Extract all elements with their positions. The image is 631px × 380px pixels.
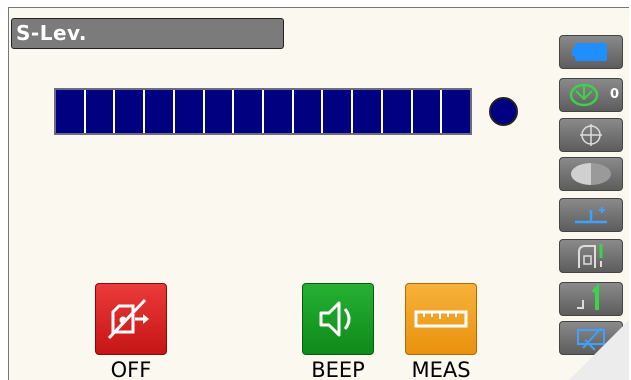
level-segment: [205, 90, 235, 133]
tilt-value: 0: [609, 87, 619, 102]
meas-button[interactable]: [405, 283, 477, 355]
level-segment: [383, 90, 413, 133]
level-segment: [115, 90, 146, 133]
level-segment: [264, 90, 294, 133]
level-segment: [56, 90, 86, 133]
laser-plummet-button[interactable]: [559, 239, 623, 273]
target-button[interactable]: [559, 118, 623, 152]
level-segment: [145, 90, 175, 133]
level-1-button[interactable]: [559, 282, 623, 316]
page-title: S-Lev.: [16, 21, 88, 45]
level-bubble: [489, 97, 518, 126]
screen: S-Lev. 0 OFF BEEP MEAS: [8, 7, 629, 380]
height-offset-icon: [575, 207, 607, 224]
ruler-icon: [414, 310, 468, 328]
tilt-button[interactable]: 0: [559, 78, 623, 112]
off-button[interactable]: [95, 283, 167, 355]
level-segment: [413, 90, 443, 133]
level-segment: [323, 90, 354, 133]
battery-button[interactable]: [559, 35, 623, 69]
off-label: OFF: [110, 358, 152, 380]
level-segment: [353, 90, 383, 133]
level-segment: [175, 90, 205, 133]
laser-plummet-icon: [578, 244, 603, 268]
illumination-button[interactable]: [559, 157, 623, 191]
laser-off-icon: [107, 298, 149, 340]
level-segment: [234, 90, 265, 133]
beep-label: BEEP: [311, 358, 365, 380]
speaker-icon: [319, 301, 351, 337]
title-bar: S-Lev.: [11, 18, 284, 49]
battery-icon: [572, 43, 607, 61]
half-circle-icon: [571, 163, 611, 185]
height-offset-button[interactable]: [559, 198, 623, 232]
electronic-level-bar: [54, 88, 472, 135]
level-1-icon: [577, 284, 599, 310]
beep-button[interactable]: [302, 283, 374, 355]
target-icon: [580, 124, 602, 146]
level-segment: [86, 90, 116, 133]
corner-fold: [569, 320, 629, 380]
tilt-compensation-icon: [569, 83, 599, 107]
meas-label: MEAS: [411, 358, 471, 380]
level-segment: [442, 90, 470, 133]
level-segment: [294, 90, 324, 133]
